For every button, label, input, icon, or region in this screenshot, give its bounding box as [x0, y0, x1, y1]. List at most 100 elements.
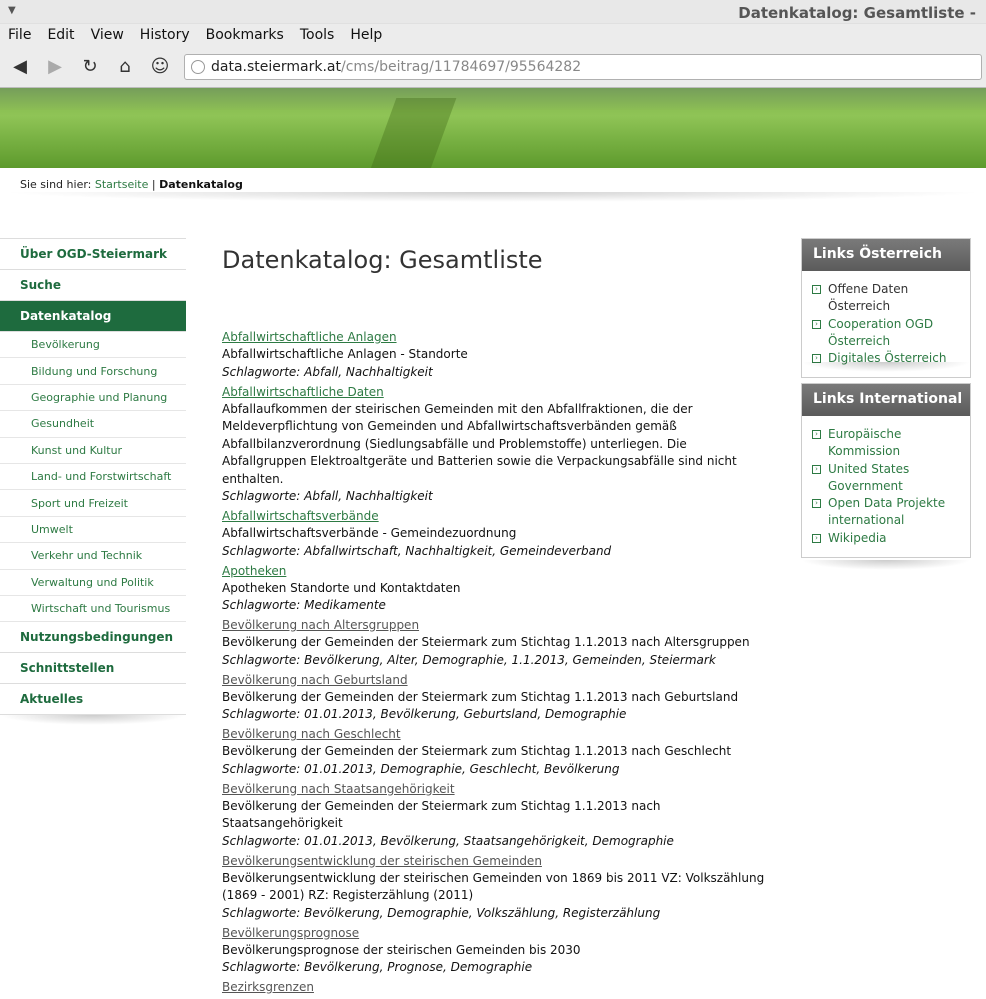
sidebar-subitem-bevoelkerung[interactable]: Bevölkerung [0, 332, 186, 359]
sidebar-subitem-kunst[interactable]: Kunst und Kultur [0, 438, 186, 464]
entry-description: Abfallaufkommen der steirischen Gemeinde… [222, 401, 737, 486]
sidebar-item-datenkatalog[interactable]: Datenkatalog [0, 301, 186, 332]
sidebar-subitem-umwelt[interactable]: Umwelt [0, 517, 186, 544]
menu-help[interactable]: Help [350, 27, 382, 43]
sidebar-subitem-verwaltung[interactable]: Verwaltung und Politik [0, 570, 186, 596]
window-titlebar: ▼ Datenkatalog: Gesamtliste - [0, 0, 986, 24]
menu-view[interactable]: View [91, 27, 124, 43]
forward-button[interactable]: ▶ [41, 53, 69, 81]
link-label: Open Data Projekte international [828, 496, 946, 528]
back-arrow-icon: ◀ [13, 56, 27, 77]
entry-keywords: Schlagworte: Abfall, Nachhaltigkeit [222, 364, 433, 379]
link-item[interactable]: › United States Government [812, 461, 964, 496]
link-item[interactable]: › Europäische Kommission [812, 426, 964, 461]
globe-icon [191, 60, 205, 74]
link-item[interactable]: › Wikipedia [812, 530, 964, 547]
breadcrumb-home-link[interactable]: Startseite [95, 178, 149, 191]
entry-description: Bevölkerung der Gemeinden der Steiermark… [222, 635, 750, 649]
sidebar-subitem-sport[interactable]: Sport und Freizeit [0, 490, 186, 517]
entry-title-link[interactable]: Apotheken [222, 563, 767, 580]
entry-keywords: Schlagworte: Bevölkerung, Demographie, V… [222, 905, 661, 920]
sidebar-item-suche[interactable]: Suche [0, 270, 186, 301]
reload-button[interactable]: ↻ [76, 53, 104, 81]
link-label: Europäische Kommission [828, 427, 902, 459]
entry-keywords: Schlagworte: 01.01.2013, Bevölkerung, Ge… [222, 707, 627, 721]
entry-description: Bevölkerungsentwicklung der steirischen … [222, 870, 765, 903]
link-label: Cooperation OGD Österreich [828, 316, 934, 348]
entry-keywords: Schlagworte: Medikamente [222, 598, 386, 612]
menu-tools[interactable]: Tools [300, 27, 335, 43]
links-austria-box: Links Österreich › Offene Daten Österreic… [801, 238, 971, 379]
breadcrumb-separator: | [151, 178, 156, 191]
link-item[interactable]: › Cooperation OGD Österreich [812, 316, 964, 351]
entry-title-link[interactable]: Bevölkerung nach Altersgruppen [222, 617, 767, 634]
links-austria-title: Links Österreich [802, 239, 970, 271]
site-banner [0, 88, 986, 168]
breadcrumb-shadow [0, 192, 986, 202]
sidebar-subitem-gesundheit[interactable]: Gesundheit [0, 411, 186, 438]
entry-description: Abfallwirtschaftsverbände - Gemeindezuor… [222, 526, 517, 540]
window-title: Datenkatalog: Gesamtliste - [738, 4, 976, 22]
url-domain: data.steiermark.at [211, 59, 341, 75]
link-item[interactable]: › Open Data Projekte international [812, 495, 964, 530]
banner-sky [0, 88, 986, 110]
forward-arrow-icon: ▶ [48, 56, 62, 77]
home-icon: ⌂ [119, 56, 131, 77]
back-button[interactable]: ◀ [6, 53, 34, 81]
entry-title-link[interactable]: Bezirksgrenzen [222, 979, 767, 996]
catalog-entry: Bevölkerung nach Staatsangehörigkeit Bev… [222, 781, 767, 850]
entry-title-link[interactable]: Abfallwirtschaftsverbände [222, 508, 767, 525]
catalog-entry: Abfallwirtschaftsverbände Abfallwirtscha… [222, 508, 767, 560]
menu-bookmarks[interactable]: Bookmarks [206, 27, 284, 43]
link-label: Wikipedia [828, 530, 887, 545]
links-austria-shadow [801, 362, 971, 372]
url-bar[interactable]: data.steiermark.at/cms/beitrag/11784697/… [184, 54, 982, 80]
breadcrumb: Sie sind hier: Startseite | Datenkatalog [20, 178, 243, 191]
catalog-entry: Bevölkerung nach Geschlecht Bevölkerung … [222, 726, 767, 778]
menu-edit[interactable]: Edit [47, 27, 74, 43]
sidebar-subitem-verkehr[interactable]: Verkehr und Technik [0, 543, 186, 570]
entry-title-link[interactable]: Bevölkerungsentwicklung der steirischen … [222, 853, 767, 870]
link-label: United States Government [828, 461, 910, 493]
menu-history[interactable]: History [140, 27, 190, 43]
sidebar-subitem-land[interactable]: Land- und Forstwirtschaft [0, 464, 186, 491]
sidebar-nav: Über OGD-Steiermark Suche Datenkatalog B… [0, 238, 186, 726]
entry-title-link[interactable]: Bevölkerung nach Geschlecht [222, 726, 767, 743]
links-international-title: Links International [802, 384, 970, 416]
entry-keywords: Schlagworte: Abfall, Nachhaltigkeit [222, 489, 433, 503]
sidebar-item-schnittstellen[interactable]: Schnittstellen [0, 653, 186, 685]
breadcrumb-current: Datenkatalog [159, 178, 243, 191]
entry-title-link[interactable]: Bevölkerungsprognose [222, 925, 767, 942]
sidebar-item-nutzungsbedingungen[interactable]: Nutzungsbedingungen [0, 622, 186, 654]
breadcrumb-area: Sie sind hier: Startseite | Datenkatalog [0, 168, 986, 238]
entry-title-link[interactable]: Bevölkerung nach Geburtsland [222, 672, 767, 689]
sidebar-subitem-geographie[interactable]: Geographie und Planung [0, 385, 186, 412]
sidebar-item-aktuelles[interactable]: Aktuelles [0, 684, 186, 716]
sidebar-item-ueber[interactable]: Über OGD-Steiermark [0, 239, 186, 270]
link-item[interactable]: › Offene Daten Österreich [812, 281, 964, 316]
home-button[interactable]: ⌂ [111, 53, 139, 81]
menu-file[interactable]: File [8, 27, 31, 43]
entry-description: Bevölkerungsprognose der steirischen Gem… [222, 942, 581, 957]
reload-icon: ↻ [82, 56, 98, 77]
navigation-toolbar: ◀ ▶ ↻ ⌂ ☺ data.steiermark.at/cms/beitrag… [0, 46, 986, 88]
entry-title-link[interactable]: Abfallwirtschaftliche Anlagen [222, 329, 767, 346]
page-info-button[interactable]: ☺ [146, 53, 174, 81]
menu-bar: File Edit View History Bookmarks Tools H… [0, 24, 986, 46]
sidebar-subitem-bildung[interactable]: Bildung und Forschung [0, 358, 186, 385]
entry-keywords: Schlagworte: Abfallwirtschaft, Nachhalti… [222, 543, 612, 558]
entry-description: Bevölkerung der Gemeinden der Steiermark… [222, 798, 661, 831]
bullet-arrow-icon: › [812, 430, 821, 439]
entry-keywords: Schlagworte: Bevölkerung, Alter, Demogra… [222, 652, 716, 667]
links-international-shadow [801, 560, 971, 570]
entry-title-link[interactable]: Bevölkerung nach Staatsangehörigkeit [222, 781, 767, 798]
breadcrumb-prefix: Sie sind hier: [20, 178, 92, 191]
bullet-arrow-icon: › [812, 285, 821, 294]
window-menu-caret-icon[interactable]: ▼ [8, 5, 16, 16]
entry-keywords: Schlagworte: 01.01.2013, Demographie, Ge… [222, 761, 620, 776]
sidebar-subitem-wirtschaft[interactable]: Wirtschaft und Tourismus [0, 596, 186, 623]
bullet-arrow-icon: › [812, 319, 821, 329]
entry-description: Abfallwirtschaftliche Anlagen - Standort… [222, 347, 468, 361]
bullet-arrow-icon: › [812, 464, 821, 474]
entry-title-link[interactable]: Abfallwirtschaftliche Daten [222, 384, 767, 401]
